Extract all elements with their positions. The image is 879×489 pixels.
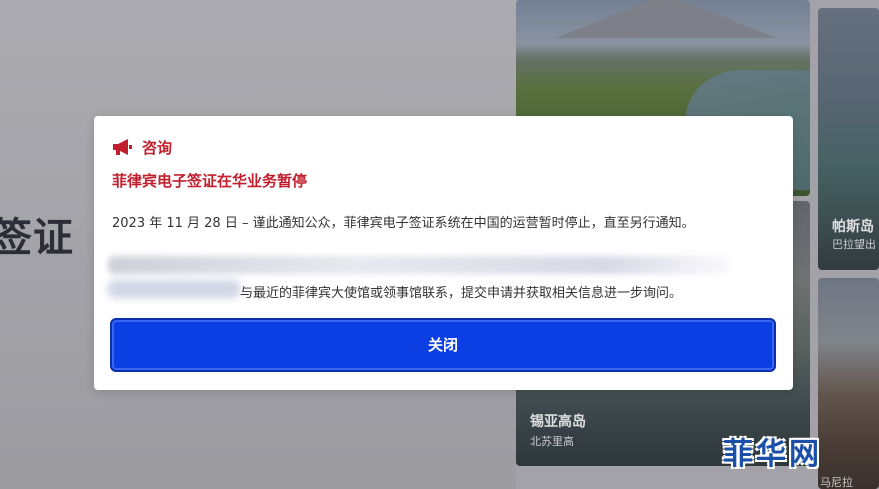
watermark-logo: 菲华网 — [717, 423, 865, 475]
dialog-title: 菲律宾电子签证在华业务暂停 — [112, 172, 308, 190]
redacted-link-text — [108, 256, 730, 274]
advisory-dialog: 咨询 菲律宾电子签证在华业务暂停 2023 年 11 月 28 日 – 谨此通知… — [94, 116, 793, 390]
dialog-header: 咨询 — [112, 136, 172, 158]
dialog-body-text-2: 与最近的菲律宾大使馆或领事馆联系，提交申请并获取相关信息进一步询问。 — [240, 286, 683, 301]
dialog-body-text: 2023 年 11 月 28 日 – 谨此通知公众，菲律宾电子签证系统在中国的运… — [112, 216, 695, 231]
redacted-text — [108, 280, 240, 298]
close-button[interactable]: 关闭 — [110, 318, 776, 372]
dialog-label: 咨询 — [142, 138, 173, 157]
watermark-text: 菲华网 — [723, 437, 822, 472]
megaphone-icon — [113, 139, 132, 155]
